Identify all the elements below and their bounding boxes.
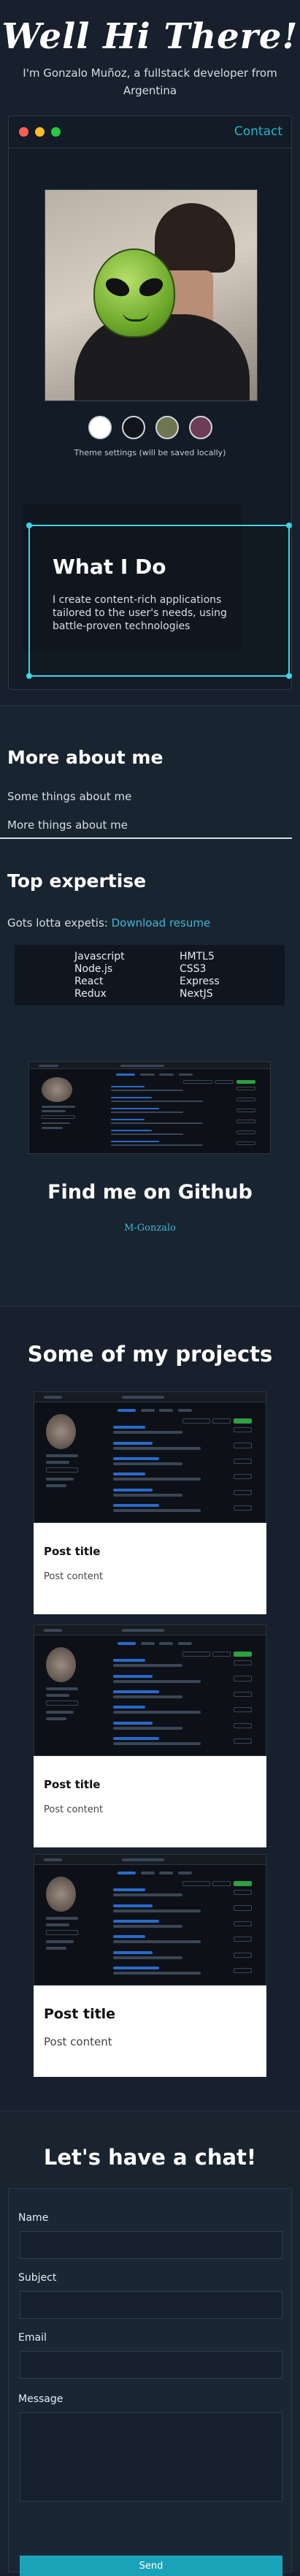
subject-label: Subject [18, 2272, 57, 2284]
widget-text: I create content-rich applications tailo… [53, 594, 227, 632]
minimize-dot-icon[interactable] [35, 127, 45, 137]
hero-title: Well Hi There! [1, 16, 299, 57]
email-input[interactable] [20, 2351, 282, 2379]
about-title: More about me [7, 747, 164, 768]
projects-title: Some of my projects [27, 1342, 273, 1367]
contact-section: Let's have a chat! Name Subject Email Me… [0, 2110, 300, 2576]
skill-item: HMTL5 [180, 951, 215, 962]
skill-item: NextJS [180, 988, 213, 1000]
theme-note: Theme settings (will be saved locally) [74, 448, 226, 457]
resize-handle-tr[interactable] [286, 523, 292, 528]
contact-link[interactable]: Contact [234, 124, 282, 139]
skill-item: Express [180, 976, 220, 987]
name-label: Name [18, 2212, 49, 2224]
github-profile-screenshot[interactable] [28, 1061, 271, 1154]
skills-grid: Javascript HMTL5 Node.js CSS3 React Expr… [15, 945, 285, 1006]
theme-swatch-dark[interactable] [121, 416, 145, 439]
theme-swatch-olive[interactable] [155, 416, 179, 439]
projects-section: Some of my projects Post title Post cont… [0, 1306, 300, 2110]
theme-swatch-light[interactable] [88, 416, 112, 439]
github-handle-link[interactable]: M-Gonzalo [0, 1223, 300, 1234]
project-screenshot [34, 1625, 266, 1756]
divider [0, 837, 292, 839]
expertise-label: Gots lotta expetis: [7, 916, 108, 930]
resize-handle-br[interactable] [286, 673, 292, 679]
contact-form: Name Subject Email Message Send [8, 2188, 292, 2576]
expertise-title: Top expertise [7, 870, 147, 892]
app-window: Contact Theme settings (will be saved lo… [8, 115, 292, 690]
post-content: Post content [44, 1571, 104, 1582]
resize-handle-bl[interactable] [26, 673, 32, 679]
skill-item: React [74, 976, 104, 987]
project-screenshot [34, 1391, 266, 1523]
theme-swatches [9, 416, 291, 439]
project-card[interactable]: Post title Post content [34, 1625, 266, 1847]
hero-section: Well Hi There! I'm Gonzalo Muñoz, a full… [0, 0, 300, 705]
skill-item: Redux [74, 988, 107, 1000]
skill-item: Node.js [74, 963, 113, 975]
about-line-2: More things about me [7, 818, 128, 832]
email-label: Email [18, 2332, 47, 2344]
skill-item: CSS3 [180, 963, 207, 975]
expertise-text: Gots lotta expetis: Download resume [7, 916, 210, 930]
message-textarea[interactable] [20, 2412, 282, 2501]
message-label: Message [18, 2393, 64, 2405]
project-screenshot [34, 1854, 266, 1986]
name-input[interactable] [20, 2231, 282, 2259]
contact-title: Let's have a chat! [43, 2145, 257, 2170]
post-content: Post content [44, 1804, 104, 1815]
close-dot-icon[interactable] [19, 127, 28, 137]
project-card[interactable]: Post title Post content [34, 1854, 266, 2077]
post-content: Post content [44, 2035, 112, 2048]
send-button[interactable]: Send [20, 2556, 282, 2576]
window-titlebar: Contact [9, 116, 291, 148]
subject-input[interactable] [20, 2291, 282, 2319]
widget-title: What I Do [53, 555, 166, 579]
maximize-dot-icon[interactable] [51, 127, 61, 137]
post-title: Post title [44, 1778, 101, 1791]
about-line-1: Some things about me [7, 790, 132, 803]
hero-subtitle: I'm Gonzalo Muñoz, a fullstack developer… [23, 67, 277, 97]
github-title: Find me on Github [47, 1181, 253, 1204]
theme-swatch-plum[interactable] [188, 416, 212, 439]
project-card[interactable]: Post title Post content [34, 1391, 266, 1614]
about-section: More about me Some things about me More … [0, 705, 300, 1306]
post-title: Post title [44, 2006, 116, 2022]
resize-handle-tl[interactable] [26, 523, 32, 528]
skill-item: Javascript [74, 951, 125, 962]
download-resume-link[interactable]: Download resume [112, 916, 211, 930]
profile-photo [45, 189, 258, 401]
alien-face-icon [93, 248, 175, 338]
post-title: Post title [44, 1545, 101, 1558]
